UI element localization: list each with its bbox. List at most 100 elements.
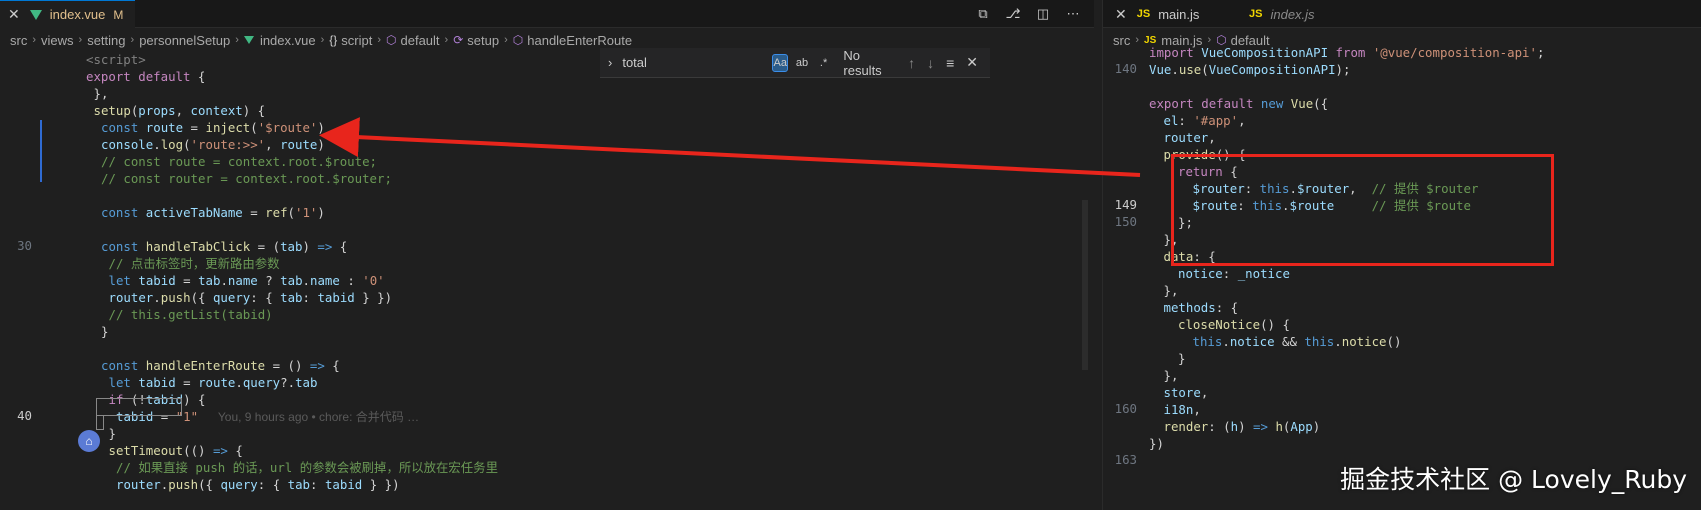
code-token: tabid bbox=[138, 375, 176, 390]
code-line[interactable]: setTimeout(() => { bbox=[109, 442, 243, 459]
code-line[interactable]: let tabid = route.query?.tab bbox=[109, 374, 318, 391]
breadcrumb-item-src[interactable]: src bbox=[1113, 33, 1130, 48]
code-token: ( bbox=[183, 137, 191, 152]
code-line[interactable]: console.log('route:>>', route) bbox=[101, 136, 325, 153]
find-input[interactable] bbox=[622, 55, 773, 70]
tab-main-js[interactable]: ✕ JS main.js bbox=[1103, 0, 1199, 28]
code-line[interactable]: el: '#app', bbox=[1164, 112, 1246, 129]
code-line[interactable]: const activeTabName = ref('1') bbox=[101, 204, 325, 221]
close-icon[interactable]: ✕ bbox=[8, 6, 20, 23]
code-line[interactable]: store, bbox=[1164, 384, 1209, 401]
code-line[interactable]: notice: _notice bbox=[1178, 265, 1290, 282]
breadcrumb-script-label: script bbox=[341, 32, 373, 48]
code-line[interactable]: import VueCompositionAPI from '@vue/comp… bbox=[1149, 44, 1544, 61]
js-file-icon: JS bbox=[1136, 8, 1151, 20]
code-line[interactable]: // 点击标签时，更新路由参数 bbox=[109, 255, 280, 272]
code-token: notice bbox=[1341, 334, 1387, 349]
breadcrumb-item-views[interactable]: views bbox=[41, 33, 74, 48]
code-token: '@vue/composition-api' bbox=[1372, 45, 1537, 60]
code-line[interactable]: Vue.use(VueCompositionAPI); bbox=[1149, 61, 1350, 78]
compare-changes-icon[interactable]: ⧉ bbox=[976, 6, 990, 21]
chevron-right-icon[interactable]: › bbox=[608, 55, 612, 70]
code-line[interactable]: // const router = context.root.$router; bbox=[101, 170, 392, 187]
code-token: }) bbox=[1149, 436, 1164, 451]
breadcrumb-item-handler[interactable]: ⬡ handleEnterRoute bbox=[513, 33, 632, 48]
breadcrumb-item-setting[interactable]: setting bbox=[87, 33, 125, 48]
breadcrumb-item-file[interactable]: index.vue bbox=[243, 33, 316, 48]
code-token: VueCompositionAPI bbox=[1201, 45, 1329, 60]
code-token: default bbox=[1201, 96, 1254, 111]
tab-label: index.vue bbox=[49, 7, 106, 22]
close-icon[interactable]: ✕ bbox=[1115, 6, 1127, 23]
code-token: . bbox=[1334, 334, 1342, 349]
match-case-toggle[interactable]: Aa bbox=[772, 53, 789, 72]
right-tab-bar: ✕ JS main.js JS index.js bbox=[1103, 0, 1701, 28]
code-line[interactable]: setup(props, context) { bbox=[94, 102, 266, 119]
code-token: ({ bbox=[190, 290, 213, 305]
scrollbar-track[interactable] bbox=[1082, 200, 1088, 370]
code-line[interactable]: } bbox=[1178, 350, 1185, 367]
code-line[interactable]: router.push({ query: { tab: tabid } }) bbox=[116, 476, 400, 493]
code-line[interactable]: let tabid = tab.name ? tab.name : '0' bbox=[109, 272, 385, 289]
find-in-selection-icon[interactable]: ≡ bbox=[946, 55, 954, 71]
code-token: Vue bbox=[1290, 96, 1314, 111]
code-line[interactable]: methods: { bbox=[1164, 299, 1239, 316]
close-icon[interactable]: ✕ bbox=[966, 54, 978, 71]
breadcrumb-item-script[interactable]: {} script bbox=[329, 33, 372, 48]
arrow-down-icon[interactable]: ↓ bbox=[927, 55, 934, 71]
code-token: route bbox=[198, 375, 236, 390]
code-line[interactable]: const handleTabClick = (tab) => { bbox=[101, 238, 347, 255]
breadcrumb-item-src[interactable]: src bbox=[10, 33, 27, 48]
code-line[interactable]: // const route = context.root.$route; bbox=[101, 153, 377, 170]
breadcrumb-default-label: default bbox=[400, 32, 440, 48]
arrow-up-icon[interactable]: ↑ bbox=[908, 55, 915, 71]
code-line[interactable]: router, bbox=[1164, 129, 1216, 146]
code-line[interactable]: closeNotice() { bbox=[1178, 316, 1290, 333]
breadcrumb-item-personnelsetup[interactable]: personnelSetup bbox=[139, 33, 230, 48]
code-line[interactable]: export default new Vue({ bbox=[1149, 95, 1328, 112]
tab-index-js[interactable]: JS index.js bbox=[1249, 0, 1315, 28]
code-token: export bbox=[86, 69, 131, 84]
code-token: inject bbox=[205, 120, 251, 135]
code-line[interactable]: } bbox=[101, 323, 108, 340]
code-token: setTimeout bbox=[108, 443, 184, 458]
code-line[interactable]: // this.getList(tabid) bbox=[109, 306, 273, 323]
code-line[interactable]: const route = inject('$route') bbox=[101, 119, 325, 136]
code-line[interactable]: const handleEnterRoute = () => { bbox=[101, 357, 340, 374]
code-token: activeTabName bbox=[145, 205, 243, 220]
code-line[interactable]: <script> bbox=[86, 51, 146, 68]
code-line[interactable]: } bbox=[109, 425, 116, 442]
code-token: ) bbox=[317, 205, 325, 220]
more-actions-icon[interactable]: ⋯ bbox=[1066, 6, 1080, 21]
code-token: // 点击标签时，更新路由参数 bbox=[108, 256, 280, 271]
code-line[interactable]: }, bbox=[1164, 367, 1179, 384]
code-line[interactable]: this.notice && this.notice() bbox=[1193, 333, 1402, 350]
code-token: = bbox=[183, 120, 206, 135]
code-line[interactable]: // 如果直接 push 的话，url 的参数会被刷掉，所以放在宏任务里 bbox=[116, 459, 498, 476]
code-token: : bbox=[339, 273, 363, 288]
code-line[interactable]: }, bbox=[94, 85, 109, 102]
code-token: push bbox=[160, 290, 191, 305]
split-editor-icon[interactable]: ◫ bbox=[1036, 6, 1050, 21]
code-line[interactable]: render: (h) => h(App) bbox=[1164, 418, 1321, 435]
breadcrumb-item-setup[interactable]: ⟳ setup bbox=[453, 33, 499, 48]
code-token: ) { bbox=[183, 392, 206, 407]
code-token: . bbox=[1171, 62, 1179, 77]
code-token: => bbox=[212, 443, 228, 458]
match-word-toggle[interactable]: ab bbox=[794, 54, 810, 72]
tab-index-vue[interactable]: ✕ index.vue M bbox=[0, 0, 136, 28]
code-line[interactable]: export default { bbox=[86, 68, 205, 85]
breadcrumb-item-default[interactable]: ⬡ default bbox=[386, 33, 440, 48]
code-line[interactable]: }, bbox=[1164, 282, 1179, 299]
regex-toggle[interactable]: .* bbox=[816, 54, 832, 72]
code-token: tab bbox=[295, 375, 318, 390]
code-token: } }) bbox=[354, 290, 393, 305]
code-line[interactable]: i18n, bbox=[1164, 401, 1201, 418]
code-line[interactable]: router.push({ query: { tab: tabid } }) bbox=[109, 289, 393, 306]
git-graph-icon[interactable]: ⎇ bbox=[1006, 6, 1021, 21]
code-line[interactable]: }) bbox=[1149, 435, 1164, 452]
copilot-icon[interactable]: ⌂ bbox=[78, 430, 100, 452]
code-token: const bbox=[101, 120, 139, 135]
